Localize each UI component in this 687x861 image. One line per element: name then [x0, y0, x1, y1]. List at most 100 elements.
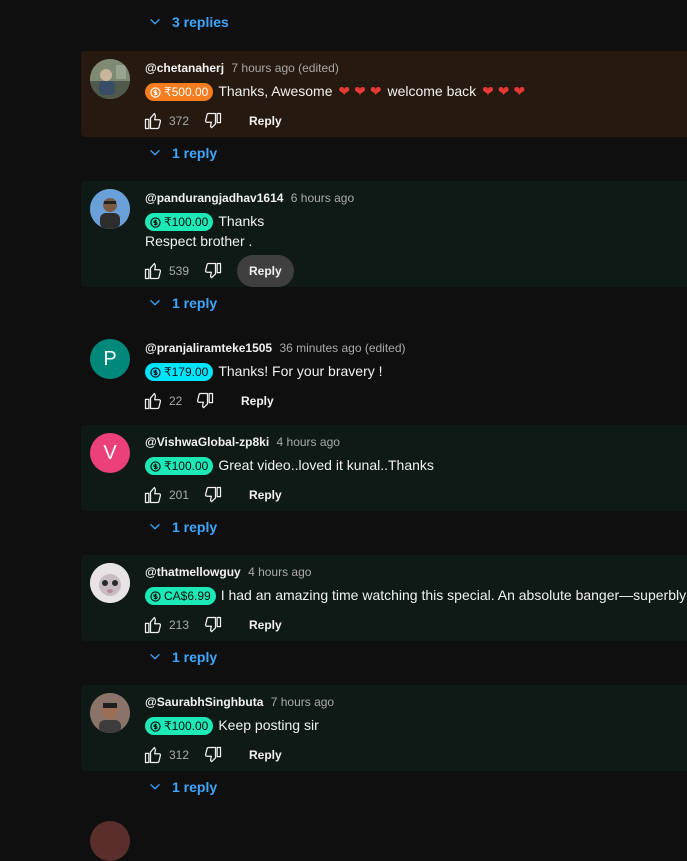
- comment-body: ₹100.00 Great video..loved it kunal..Tha…: [145, 455, 434, 476]
- show-replies-toggle[interactable]: 1 reply: [148, 779, 217, 795]
- avatar[interactable]: [90, 693, 130, 733]
- comment-timestamp[interactable]: 4 hours ago: [277, 435, 340, 449]
- comment-thread: @SaurabhSinghbuta 7 hours ago ₹100.00 Ke…: [81, 685, 687, 771]
- coin-icon: [150, 461, 161, 472]
- like-count: 312: [169, 748, 190, 762]
- comment-body: ₹100.00 Thanks: [145, 211, 265, 232]
- reply-button[interactable]: Reply: [237, 105, 294, 137]
- chevron-down-icon: [148, 15, 162, 29]
- like-icon[interactable]: [143, 615, 163, 635]
- like-icon[interactable]: [143, 261, 163, 281]
- comment-text: Thanks, Awesome: [218, 83, 333, 99]
- reply-button[interactable]: Reply: [229, 385, 286, 417]
- comment-body: ₹179.00 Thanks! For your bravery !: [145, 361, 383, 382]
- heart-icon: ❤: [369, 83, 382, 99]
- replies-count-label: 1 reply: [172, 145, 218, 161]
- heart-icon: ❤: [482, 83, 494, 99]
- comment-actions: 213 Reply: [143, 609, 294, 641]
- chevron-down-icon: [148, 780, 162, 794]
- comment-author[interactable]: @pranjaliramteke1505: [145, 341, 272, 355]
- like-count: 372: [169, 114, 190, 128]
- comment-actions: 372 Reply: [143, 105, 294, 137]
- profile-photo-icon: [90, 563, 130, 603]
- like-count: 213: [169, 618, 190, 632]
- reply-button[interactable]: Reply: [237, 255, 294, 287]
- comment-author[interactable]: @VishwaGlobal-zp8ki: [145, 435, 269, 449]
- comment-text: Thanks! For your bravery !: [218, 363, 383, 379]
- show-replies-toggle[interactable]: 1 reply: [148, 295, 217, 311]
- replies-count-label: 3 replies: [172, 14, 229, 30]
- like-count: 539: [169, 264, 190, 278]
- comment-actions: 22 Reply: [143, 385, 286, 417]
- avatar[interactable]: V: [90, 433, 130, 473]
- profile-photo-icon: [90, 59, 130, 99]
- profile-photo-icon: [90, 693, 130, 733]
- super-thanks-badge: ₹179.00: [145, 363, 214, 382]
- comment-timestamp[interactable]: 7 hours ago: [271, 695, 334, 709]
- comment-timestamp[interactable]: 6 hours ago: [291, 191, 354, 205]
- comment-thread: @thatmellowguy 4 hours ago CA$6.99 I had…: [81, 555, 687, 641]
- avatar[interactable]: [90, 563, 130, 603]
- comment-timestamp[interactable]: 7 hours ago (edited): [231, 61, 338, 75]
- avatar-letter: V: [103, 441, 117, 464]
- dislike-icon[interactable]: [203, 111, 223, 131]
- comment-body: ₹100.00 Keep posting sir: [145, 715, 319, 736]
- avatar[interactable]: [90, 189, 130, 229]
- heart-icon: ❤: [338, 83, 351, 99]
- comment-actions: 539 Reply: [143, 255, 294, 287]
- coin-icon: [150, 87, 161, 98]
- show-replies-toggle[interactable]: 1 reply: [148, 145, 217, 161]
- dislike-icon[interactable]: [195, 391, 215, 411]
- comment-author[interactable]: @thatmellowguy: [145, 565, 241, 579]
- replies-count-label: 1 reply: [172, 649, 218, 665]
- show-replies-toggle[interactable]: 1 reply: [148, 519, 217, 535]
- dislike-icon[interactable]: [203, 745, 223, 765]
- dislike-icon[interactable]: [203, 261, 223, 281]
- dislike-icon[interactable]: [203, 485, 223, 505]
- reply-button[interactable]: Reply: [237, 739, 294, 771]
- comment-thread: @chetanaherj 7 hours ago (edited) ₹500.0…: [81, 51, 687, 137]
- reply-button[interactable]: Reply: [237, 609, 294, 641]
- coin-icon: [150, 367, 161, 378]
- heart-icon: ❤: [497, 83, 510, 99]
- comment-author[interactable]: @pandurangjadhav1614: [145, 191, 283, 205]
- comment-body: ₹500.00 Thanks, Awesome ❤ ❤ ❤ welcome back…: [145, 81, 527, 102]
- comment-timestamp[interactable]: 4 hours ago: [248, 565, 311, 579]
- super-thanks-badge: ₹100.00: [145, 717, 214, 736]
- like-icon[interactable]: [143, 485, 163, 505]
- coin-icon: [150, 591, 161, 602]
- comment-text: Great video..loved it kunal..Thanks: [218, 457, 434, 473]
- like-icon[interactable]: [143, 111, 163, 131]
- chevron-down-icon: [148, 146, 162, 160]
- super-thanks-badge: ₹500.00: [145, 83, 214, 102]
- reply-button[interactable]: Reply: [237, 479, 294, 511]
- comment-thread: V @VishwaGlobal-zp8ki 4 hours ago ₹100.0…: [81, 425, 687, 511]
- like-count: 201: [169, 488, 190, 502]
- super-thanks-badge: CA$6.99: [145, 587, 216, 606]
- avatar-letter: P: [103, 347, 117, 370]
- show-replies-toggle[interactable]: 1 reply: [148, 649, 217, 665]
- like-icon[interactable]: [143, 745, 163, 765]
- dislike-icon[interactable]: [203, 615, 223, 635]
- like-count: 22: [169, 394, 183, 408]
- avatar[interactable]: [90, 821, 130, 861]
- avatar[interactable]: [90, 59, 130, 99]
- replies-count-label: 1 reply: [172, 779, 218, 795]
- comment-thread: P @pranjaliramteke1505 36 minutes ago (e…: [81, 331, 687, 421]
- avatar[interactable]: P: [90, 339, 130, 379]
- show-replies-toggle[interactable]: 3 replies: [148, 14, 229, 30]
- comment-actions: 312 Reply: [143, 739, 294, 771]
- coin-icon: [150, 721, 161, 732]
- comment-body: CA$6.99 I had an amazing time watching t…: [145, 585, 687, 606]
- comment-author[interactable]: @SaurabhSinghbuta: [145, 695, 263, 709]
- heart-icon: ❤: [513, 83, 526, 99]
- comment-text: Keep posting sir: [218, 717, 319, 733]
- comment-author[interactable]: @chetanaherj: [145, 61, 224, 75]
- comment-text: Thanks: [218, 213, 265, 229]
- chevron-down-icon: [148, 650, 162, 664]
- like-icon[interactable]: [143, 391, 163, 411]
- profile-photo-icon: [90, 189, 130, 229]
- comment-timestamp[interactable]: 36 minutes ago (edited): [279, 341, 405, 355]
- comment-text-continued: welcome back: [387, 83, 477, 99]
- comment-text: I had an amazing time watching this spec…: [220, 587, 687, 603]
